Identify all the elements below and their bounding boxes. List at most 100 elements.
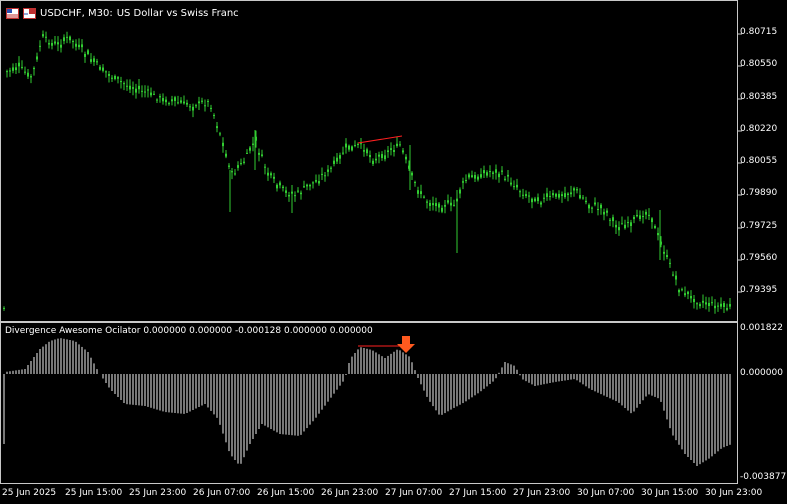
candle-body <box>474 175 476 179</box>
candle-body <box>261 154 263 156</box>
candle-body <box>267 172 269 176</box>
candle-body <box>627 222 629 224</box>
candle-body <box>339 155 341 159</box>
candle-body <box>705 302 707 305</box>
candle-body <box>411 172 413 176</box>
candle-body <box>603 211 605 215</box>
candle-body <box>651 218 653 223</box>
candle-body <box>165 99 167 103</box>
candle-body <box>450 202 452 206</box>
candle-body <box>573 188 575 191</box>
time-label: 26 Jun 07:00 <box>193 488 251 498</box>
candle-body <box>621 223 623 225</box>
candle-body <box>675 275 677 280</box>
candle-body <box>435 203 437 207</box>
candle-body <box>594 202 596 205</box>
candle-body <box>372 160 374 164</box>
candle-body <box>270 173 272 176</box>
candle-body <box>348 145 350 150</box>
candle-body <box>699 304 701 307</box>
candle-body <box>174 97 176 101</box>
candle-body <box>477 176 479 180</box>
candle-body <box>333 160 335 164</box>
candle-body <box>357 143 359 145</box>
candle-body <box>42 34 44 37</box>
candle-body <box>54 41 56 44</box>
candle-body <box>180 100 182 103</box>
candle-body <box>138 85 140 90</box>
candle-body <box>480 174 482 178</box>
candle-body <box>369 155 371 158</box>
candle-body <box>252 143 254 145</box>
candle-body <box>444 204 446 207</box>
candle-body <box>552 193 554 196</box>
candle-body <box>510 182 512 185</box>
candle-body <box>132 87 134 89</box>
candle-body <box>147 89 149 91</box>
price-label: 0.79725 <box>740 221 778 231</box>
candle-body <box>225 153 227 157</box>
candle-body <box>522 194 524 196</box>
indicator-axis-label: -0.003877 <box>740 472 787 482</box>
candle-body <box>168 103 170 105</box>
candle-body <box>501 170 503 172</box>
candle-body <box>468 174 470 178</box>
candle-body <box>156 99 158 101</box>
candle-body <box>381 154 383 159</box>
candle-body <box>438 203 440 208</box>
candle-body <box>648 214 650 216</box>
candle-body <box>591 207 593 209</box>
candle-body <box>525 194 527 197</box>
candle-body <box>216 126 218 129</box>
candle-body <box>120 81 122 83</box>
candle-body <box>192 106 194 111</box>
candle-body <box>300 192 302 195</box>
candle-body <box>624 224 626 229</box>
candle-body <box>564 193 566 198</box>
candle-body <box>492 172 494 174</box>
price-label: 0.80550 <box>740 59 778 69</box>
candle-body <box>618 227 620 231</box>
candle-body <box>6 71 8 73</box>
time-label: 25 Jun 15:00 <box>65 488 123 498</box>
time-label: 26 Jun 15:00 <box>257 488 315 498</box>
chart-window[interactable]: USDCHF, M30: US Dollar vs Swiss Franc 0.… <box>0 0 787 504</box>
candle-body <box>639 215 641 219</box>
candle-body <box>30 76 32 78</box>
candle-body <box>414 182 416 184</box>
candle-body <box>426 201 428 203</box>
candle-body <box>588 204 590 209</box>
chart-canvas <box>3 30 742 466</box>
candle-body <box>75 43 77 47</box>
candle-body <box>663 251 665 254</box>
candle-body <box>420 191 422 195</box>
candle-body <box>399 144 401 146</box>
candle-body <box>528 195 530 197</box>
candle-body <box>714 305 716 309</box>
candle-body <box>18 62 20 67</box>
candle-body <box>240 163 242 165</box>
candle-body <box>363 150 365 152</box>
candle-body <box>12 67 14 71</box>
candle-body <box>336 157 338 162</box>
candle-body <box>237 165 239 168</box>
candle-body <box>396 143 398 147</box>
candle-body <box>129 85 131 90</box>
candle-body <box>219 133 221 135</box>
candle-body <box>273 176 275 179</box>
candle-body <box>366 149 368 154</box>
candle-body <box>24 71 26 73</box>
candle-body <box>324 175 326 177</box>
candle-body <box>189 106 191 108</box>
candle-body <box>204 105 206 107</box>
candle-body <box>285 190 287 193</box>
candle-body <box>123 83 125 85</box>
candle-body <box>258 152 260 155</box>
candle-body <box>606 210 608 213</box>
candle-body <box>213 115 215 117</box>
candle-body <box>678 289 680 293</box>
candle-body <box>504 178 506 180</box>
candle-body <box>144 91 146 93</box>
candle-body <box>162 98 164 102</box>
candle-body <box>33 67 35 70</box>
